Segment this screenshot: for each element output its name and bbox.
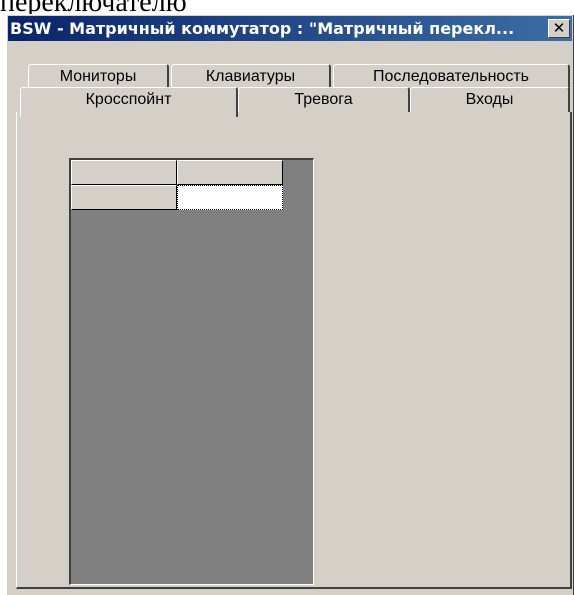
- close-button[interactable]: ✕: [548, 19, 570, 38]
- tab-keyboards[interactable]: Клавиатуры: [171, 64, 331, 89]
- close-icon: ✕: [552, 19, 566, 37]
- tab-inputs[interactable]: Входы: [410, 87, 570, 112]
- dialog-window: BSW - Матричный коммутатор : "Матричный …: [6, 14, 574, 595]
- tab-alarm[interactable]: Тревога: [238, 87, 410, 112]
- crosspoint-panel: [16, 112, 572, 589]
- grid-header-cell[interactable]: [71, 160, 177, 185]
- window-title: BSW - Матричный коммутатор : "Матричный …: [10, 19, 515, 38]
- grid-selected-cell[interactable]: [177, 185, 283, 210]
- tab-monitors[interactable]: Мониторы: [28, 64, 169, 89]
- grid-header-cell[interactable]: [177, 160, 283, 185]
- crosspoint-grid[interactable]: [69, 158, 314, 585]
- tab-crosspoint[interactable]: Кросспойнт: [20, 87, 238, 117]
- tab-sequence[interactable]: Последовательность: [333, 64, 570, 89]
- grid-row-header-cell[interactable]: [71, 185, 177, 210]
- title-bar[interactable]: BSW - Матричный коммутатор : "Матричный …: [8, 16, 572, 41]
